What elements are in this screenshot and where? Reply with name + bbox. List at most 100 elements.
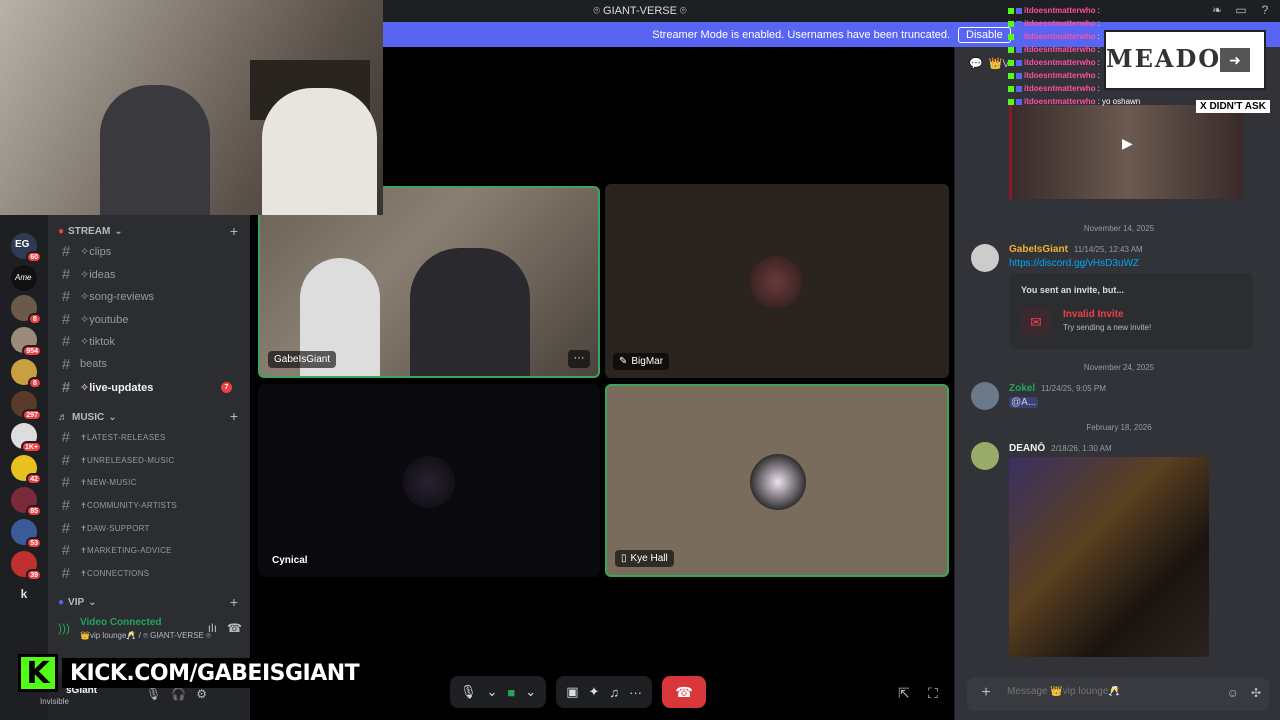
channel-connections[interactable]: # ✝CONNECTIONS — [60, 562, 244, 584]
hash-icon: # — [61, 355, 71, 373]
channel-latest-releases[interactable]: # ✝LATEST-RELEASES — [60, 426, 244, 448]
category-vip[interactable]: ● VIP ⌄ — [58, 597, 97, 608]
nitro-icon[interactable]: ❧ — [1210, 3, 1224, 17]
activities-icon[interactable]: ✦ — [588, 684, 599, 700]
voice-channel-name[interactable]: 👑vip lounge🥂 / ⌾ GIANT-VERSE ⌾ — [80, 631, 211, 641]
channel-beats[interactable]: # beats — [60, 353, 244, 375]
voice-status[interactable]: Video Connected — [80, 617, 162, 628]
fullscreen-icon[interactable]: ⛶ — [928, 685, 938, 702]
image-attachment[interactable] — [1009, 457, 1209, 657]
hash-icon: # — [61, 473, 71, 491]
server-icon[interactable]: Ame — [11, 265, 37, 291]
create-channel-icon[interactable]: + — [230, 408, 238, 424]
server-icon[interactable]: 85 — [11, 487, 42, 517]
channel-daw-support[interactable]: # ✝DAW-SUPPORT — [60, 517, 244, 539]
noise-suppression-icon[interactable]: ılı — [208, 621, 217, 635]
video-tile-bigmar[interactable]: ✎ BigMar — [605, 184, 949, 378]
invite-embed: You sent an invite, but... ✉ Invalid Inv… — [1009, 273, 1253, 349]
server-icon[interactable]: 954 — [11, 327, 42, 357]
create-channel-icon[interactable]: + — [230, 223, 238, 239]
server-icon[interactable]: 1K+ — [11, 423, 42, 453]
activity-group: ▣ ✦ ♫ ··· — [556, 676, 653, 708]
channel-youtube[interactable]: # ✧youtube — [60, 308, 244, 330]
mention-badge: 85 — [26, 505, 42, 517]
message-link[interactable]: https://discord.gg/vHsD3uWZ — [1009, 258, 1139, 269]
channel-unreleased-music[interactable]: # ✝UNRELEASED-MUSIC — [60, 449, 244, 471]
server-letter-icon[interactable]: k — [11, 587, 37, 601]
message-author[interactable]: DEANŌ 2/18/26, 1:30 AM — [1009, 443, 1112, 454]
avatar[interactable] — [971, 442, 999, 470]
message-timestamp: 2/18/26, 1:30 AM — [1051, 444, 1112, 453]
hash-icon: # — [61, 519, 71, 537]
message-author[interactable]: Zokel 11/24/25, 9:05 PM — [1009, 383, 1106, 394]
more-icon[interactable]: ··· — [629, 685, 642, 700]
date-separator: February 18, 2026 — [1086, 423, 1152, 432]
user-status: Invisible — [40, 697, 69, 706]
channel-live-updates[interactable]: # ✧live-updates 7 — [60, 376, 244, 398]
user-mention[interactable]: @A... — [1009, 397, 1039, 408]
server-icon[interactable]: 8 — [11, 359, 42, 389]
inbox-icon[interactable]: ▭ — [1234, 3, 1248, 17]
microphone-icon[interactable]: 🎙 — [460, 684, 477, 700]
signal-icon[interactable]: ))) — [58, 621, 70, 635]
more-options-button[interactable]: ··· — [568, 350, 590, 368]
soundboard-icon[interactable]: ♫ — [609, 685, 619, 700]
channel-new-music[interactable]: # ✝NEW-MUSIC — [60, 471, 244, 493]
channel-tiktok[interactable]: # ✧tiktok — [60, 330, 244, 352]
streamer-mode-text: Streamer Mode is enabled. Usernames have… — [652, 28, 951, 41]
chevron-down-icon[interactable]: ⌄ — [525, 684, 536, 700]
apps-icon[interactable]: ✣ — [1251, 686, 1261, 700]
camera-icon[interactable]: ■ — [507, 685, 515, 700]
message-author[interactable]: GabeIsGiant 11/14/25, 12:43 AM — [1009, 244, 1143, 255]
overlay-note: X DIDN'T ASK — [1196, 100, 1270, 113]
popout-icon[interactable]: ⇱ — [898, 685, 910, 702]
mention-badge: 8 — [28, 377, 42, 389]
server-icon[interactable]: 297 — [11, 391, 42, 421]
channel-community-artists[interactable]: # ✝COMMUNITY-ARTISTS — [60, 494, 244, 516]
hash-icon: # — [61, 287, 71, 305]
attach-plus-icon[interactable]: + — [977, 684, 995, 702]
emoji-icon[interactable]: ☺ — [1227, 686, 1239, 700]
category-stream[interactable]: ● STREAM ⌄ — [58, 226, 123, 237]
chevron-down-icon[interactable]: ⌄ — [487, 684, 498, 700]
message-input[interactable] — [1007, 686, 1187, 697]
server-icon[interactable]: 42 — [11, 455, 42, 485]
hash-icon: # — [61, 541, 71, 559]
category-music[interactable]: ♬ MUSIC ⌄ — [58, 412, 117, 423]
channel-clips[interactable]: # ✧clips — [60, 240, 244, 262]
channel-marketing-advice[interactable]: # ✝MARKETING-ADVICE — [60, 539, 244, 561]
tile-name-label: ✎ BigMar — [613, 353, 670, 370]
streamer-figure — [100, 85, 210, 215]
disable-streamer-button[interactable]: Disable — [958, 26, 1011, 43]
leave-call-button[interactable]: ☎ — [662, 676, 707, 708]
tile-name-label: ▯ Kye Hall — [615, 550, 674, 567]
avatar[interactable] — [971, 244, 999, 272]
badge-icon — [1016, 46, 1022, 53]
play-icon[interactable]: ▶ — [1122, 135, 1133, 152]
server-icon[interactable]: EG 60 — [11, 233, 42, 263]
mobile-icon: ▯ — [621, 553, 627, 564]
video-tile-kyehall[interactable]: ▯ Kye Hall — [605, 384, 949, 577]
mention-badge: 954 — [22, 345, 42, 357]
hash-icon: # — [61, 265, 71, 283]
create-channel-icon[interactable]: + — [230, 594, 238, 610]
channel-ideas[interactable]: # ✧ideas — [60, 263, 244, 285]
mention-badge: 53 — [26, 537, 42, 549]
help-icon[interactable]: ? — [1258, 3, 1272, 17]
server-icon[interactable]: 53 — [11, 519, 42, 549]
unread-badge: 7 — [221, 381, 232, 393]
video-tile-cynical[interactable]: Cynical — [258, 384, 600, 577]
channel-song-reviews[interactable]: # ✧song-reviews — [60, 285, 244, 307]
server-icon[interactable]: 8 — [11, 295, 42, 325]
server-icon[interactable]: 39 — [11, 551, 42, 581]
screen-share-icon[interactable]: ▣ — [566, 684, 578, 700]
disconnect-icon[interactable]: ☎ — [227, 621, 242, 635]
avatar[interactable] — [971, 382, 999, 410]
text-chat-panel: 💬 👑V ▶ November 14, 2025 GabeIsGiant 11/1… — [954, 47, 1280, 720]
chevron-down-icon: ⌄ — [114, 226, 123, 237]
hash-icon: # — [61, 332, 71, 350]
participant-figure — [410, 248, 530, 376]
video-embed[interactable]: ▶ — [1009, 105, 1243, 199]
chat-bubble-icon: 💬 — [969, 58, 983, 70]
server-title: ⌾ GIANT-VERSE ⌾ — [593, 4, 687, 17]
